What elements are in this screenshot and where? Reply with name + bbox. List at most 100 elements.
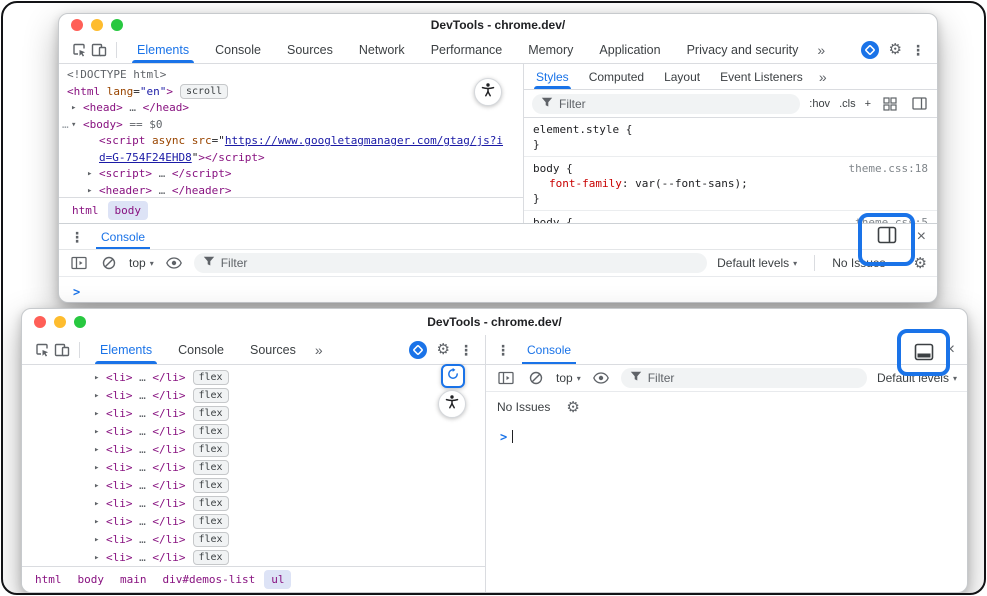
breadcrumb-body[interactable]: body <box>71 570 112 589</box>
breadcrumb-main[interactable]: main <box>113 570 154 589</box>
layout-badge-flex[interactable]: flex <box>193 424 229 439</box>
more-options-kebab-icon[interactable]: ⋮ <box>911 43 925 57</box>
breadcrumb-body[interactable]: body <box>108 201 149 220</box>
dom-tree-row[interactable]: d=G-754F24EHD8"></script> <box>59 150 523 167</box>
layout-badge-flex[interactable]: flex <box>193 442 229 457</box>
expand-arrow-icon[interactable]: ▸ <box>94 477 99 495</box>
tab-performance[interactable]: Performance <box>418 36 516 63</box>
dom-tree-row[interactable]: ▸<li> … </li>flex <box>22 549 485 566</box>
tab-network[interactable]: Network <box>346 36 418 63</box>
styles-filter[interactable] <box>532 94 800 114</box>
tab-sources[interactable]: Sources <box>237 335 309 364</box>
dom-tree-row[interactable]: ▸<head> … </head> <box>59 100 523 117</box>
titlebar[interactable]: DevTools - chrome.dev/ <box>59 14 937 36</box>
devtools-status-badge-icon[interactable] <box>408 340 428 360</box>
sidebar-tab-event-listeners[interactable]: Event Listeners <box>710 64 813 89</box>
expand-arrow-icon[interactable]: ▸ <box>94 369 99 387</box>
dom-tree-row[interactable]: ▸<li> … </li>flex <box>22 423 485 441</box>
expand-arrow-icon[interactable]: ▸ <box>94 531 99 549</box>
layout-badge-flex[interactable]: flex <box>193 370 229 385</box>
dom-tree-row[interactable]: ▸<script> … </script> <box>59 166 523 183</box>
breadcrumb-html[interactable]: html <box>28 570 69 589</box>
expand-arrow-icon[interactable]: ▸ <box>94 495 99 513</box>
titlebar[interactable]: DevTools - chrome.dev/ <box>22 309 967 335</box>
devtools-status-badge-icon[interactable] <box>860 40 880 60</box>
css-source-link[interactable]: theme.css:18 <box>849 161 928 176</box>
grid-editor-icon[interactable] <box>880 94 900 114</box>
css-rule-element-style[interactable]: element.style { } <box>524 118 937 157</box>
expand-arrow-icon[interactable]: ▾ <box>71 117 76 134</box>
drawer-menu-kebab-icon[interactable]: ⋮ <box>70 230 84 244</box>
console-sidebar-icon[interactable] <box>69 253 89 273</box>
sidebar-tab-styles[interactable]: Styles <box>526 64 579 89</box>
layout-badge-flex[interactable]: flex <box>193 514 229 529</box>
tab-console[interactable]: Console <box>202 36 274 63</box>
expand-arrow-icon[interactable]: ▸ <box>94 459 99 477</box>
clear-console-icon[interactable] <box>99 253 119 273</box>
live-expression-eye-icon[interactable] <box>591 368 611 388</box>
accessibility-button[interactable] <box>438 390 466 418</box>
tab-sources[interactable]: Sources <box>274 36 346 63</box>
javascript-context-selector[interactable]: top ▾ <box>556 371 581 385</box>
console-sidebar-icon[interactable] <box>496 368 516 388</box>
more-sidebar-tabs-icon[interactable]: » <box>813 69 833 85</box>
layout-badge-flex[interactable]: flex <box>193 532 229 547</box>
expand-arrow-icon[interactable]: ▸ <box>94 423 99 441</box>
settings-gear-icon[interactable]: ⚙ <box>437 342 450 357</box>
dom-tree-row[interactable]: <script async src="https://www.googletag… <box>59 133 523 150</box>
issues-counter[interactable]: No Issues <box>497 400 550 414</box>
layout-badge-flex[interactable]: flex <box>193 460 229 475</box>
drawer-tab-console[interactable]: Console <box>522 335 576 364</box>
console-filter-input[interactable] <box>648 371 858 385</box>
expand-arrow-icon[interactable]: ▸ <box>94 405 99 423</box>
device-toolbar-icon[interactable] <box>89 40 109 60</box>
sidebar-tab-computed[interactable]: Computed <box>579 64 654 89</box>
layout-badge-flex[interactable]: flex <box>193 496 229 511</box>
tab-elements[interactable]: Elements <box>87 335 165 364</box>
console-filter[interactable] <box>194 253 707 273</box>
dom-tree-row[interactable]: ▸<li> … </li>flex <box>22 369 485 387</box>
javascript-context-selector[interactable]: top ▾ <box>129 256 154 270</box>
expand-arrow-icon[interactable]: ▸ <box>94 549 99 566</box>
more-panels-icon[interactable]: » <box>811 42 831 58</box>
dom-tree-row[interactable]: ▸<li> … </li>flex <box>22 495 485 513</box>
device-toolbar-icon[interactable] <box>52 340 72 360</box>
dom-tree-row[interactable]: ▸<li> … </li>flex <box>22 459 485 477</box>
console-filter-input[interactable] <box>221 256 698 270</box>
replay-demo-button[interactable] <box>441 364 465 388</box>
console-filter[interactable] <box>621 368 867 388</box>
layout-badge-flex[interactable]: flex <box>193 550 229 565</box>
css-property-value[interactable]: : var(--font-sans); <box>622 176 748 191</box>
dock-to-bottom-icon[interactable] <box>914 343 934 372</box>
expand-arrow-icon[interactable]: ▸ <box>94 441 99 459</box>
tab-elements[interactable]: Elements <box>124 36 202 63</box>
breadcrumb-ul[interactable]: ul <box>264 570 291 589</box>
dom-tree-row[interactable]: <html lang="en">scroll <box>59 84 523 101</box>
more-panels-icon[interactable]: » <box>309 342 329 358</box>
console-settings-gear-icon[interactable]: ⚙ <box>914 256 927 271</box>
close-drawer-icon[interactable]: × <box>917 229 926 245</box>
dom-tree-row[interactable]: ▸<li> … </li>flex <box>22 387 485 405</box>
element-classes-toggle[interactable]: .cls <box>839 98 856 110</box>
css-property-name[interactable]: font-family <box>549 176 622 191</box>
inspect-element-icon[interactable] <box>32 340 52 360</box>
tab-privacy-and-security[interactable]: Privacy and security <box>674 36 812 63</box>
clear-console-icon[interactable] <box>526 368 546 388</box>
layout-badge-scroll[interactable]: scroll <box>180 84 228 99</box>
layout-badge-flex[interactable]: flex <box>193 406 229 421</box>
tab-console[interactable]: Console <box>165 335 237 364</box>
dom-tree-row[interactable]: ▸<li> … </li>flex <box>22 477 485 495</box>
pseudo-state-toggle[interactable]: :hov <box>809 98 830 110</box>
console-settings-gear-icon[interactable]: ⚙ <box>566 400 579 415</box>
console-prompt[interactable]: > <box>59 277 937 302</box>
settings-gear-icon[interactable]: ⚙ <box>889 42 902 57</box>
dom-tree-row[interactable]: <!DOCTYPE html> <box>59 67 523 84</box>
drawer-menu-kebab-icon[interactable]: ⋮ <box>496 343 510 357</box>
dom-tree-row[interactable]: …▾<body> == $0 <box>59 117 523 134</box>
expand-arrow-icon[interactable]: ▸ <box>87 166 92 183</box>
live-expression-eye-icon[interactable] <box>164 253 184 273</box>
tab-application[interactable]: Application <box>586 36 673 63</box>
console-prompt[interactable]: > <box>486 422 967 592</box>
layout-badge-flex[interactable]: flex <box>193 478 229 493</box>
layout-badge-flex[interactable]: flex <box>193 388 229 403</box>
